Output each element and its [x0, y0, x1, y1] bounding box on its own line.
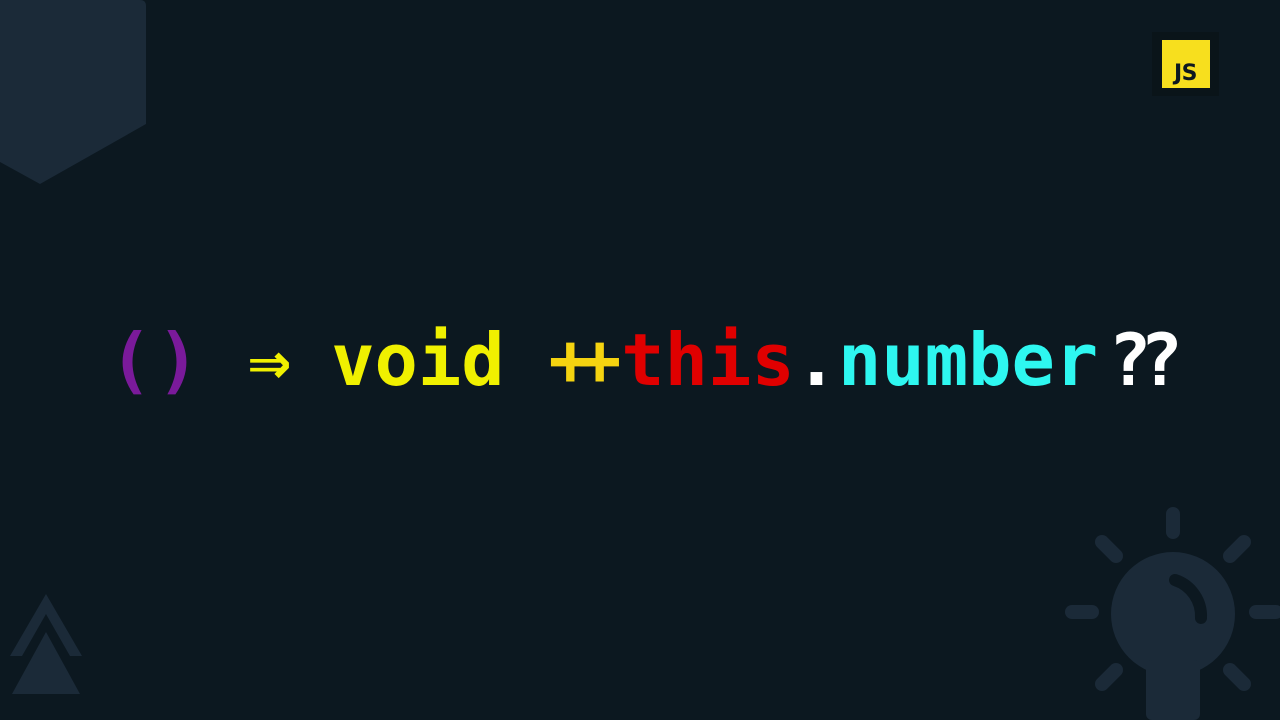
js-logo-square: JS: [1161, 40, 1210, 88]
void-keyword-token: void: [331, 318, 505, 402]
property-token: number: [838, 318, 1099, 402]
lightbulb-icon: [1065, 507, 1280, 720]
dot-token: .: [794, 318, 839, 402]
parentheses-token: (): [109, 318, 204, 402]
double-triangle-icon: [10, 594, 82, 694]
increment-operator-token: ++: [548, 318, 622, 402]
thumbnail-canvas: JS () ⇒ void ++ this. number??: [0, 0, 1280, 720]
arrow-token: ⇒: [247, 318, 292, 402]
this-keyword-token: this: [621, 318, 795, 402]
js-logo-icon: JS: [1152, 32, 1219, 96]
nullish-operator-token: ??: [1108, 318, 1183, 402]
bookmark-shape-icon: [0, 0, 146, 184]
code-snippet: () ⇒ void ++ this. number??: [0, 310, 1280, 410]
js-logo-label: JS: [1173, 61, 1198, 86]
